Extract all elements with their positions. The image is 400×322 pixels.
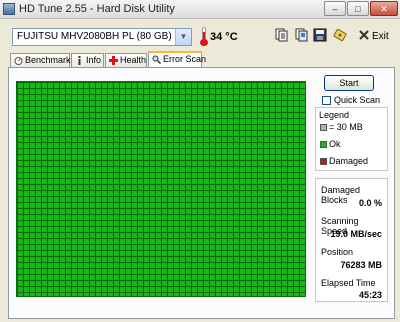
save-icon[interactable]	[313, 28, 327, 42]
drive-select[interactable]: FUJITSU MHV2080BH PL (80 GB) ▼	[12, 28, 192, 46]
tab-label: Info	[86, 55, 102, 65]
legend-label: Damaged	[329, 156, 369, 166]
maximize-icon: □	[355, 4, 361, 14]
legend-swatch	[320, 158, 327, 166]
minimize-icon: –	[332, 4, 338, 14]
magnifier-icon	[152, 55, 161, 64]
drive-select-value: FUJITSU MHV2080BH PL (80 GB)	[17, 31, 172, 42]
scanning-speed-value: 19.0 MB/sec	[330, 229, 382, 239]
gauge-icon	[14, 57, 23, 65]
tab-label: Benchmark	[25, 55, 71, 65]
legend-swatch	[320, 124, 327, 132]
start-button[interactable]: Start	[324, 75, 374, 91]
exit-icon[interactable]	[357, 28, 371, 42]
temperature-readout: 34 °C	[210, 31, 238, 43]
elapsed-time-value: 45:23	[358, 290, 382, 300]
tab-info[interactable]: Info	[71, 53, 104, 67]
block-map	[16, 81, 306, 297]
legend-title: Legend	[319, 110, 350, 120]
close-icon: ✕	[380, 4, 388, 14]
legend-box: Legend = 30 MB Ok Damaged	[315, 107, 388, 171]
quick-scan-checkbox[interactable]	[322, 96, 331, 106]
exit-label[interactable]: Exit	[372, 31, 389, 42]
options-icon[interactable]	[333, 28, 347, 42]
app-icon	[3, 3, 15, 15]
damaged-blocks-value: 0.0 %	[358, 198, 382, 208]
minimize-button[interactable]: –	[324, 1, 346, 16]
copy-text-icon[interactable]	[275, 28, 289, 42]
legend-item: Ok	[320, 139, 341, 149]
title-bar: HD Tune 2.55 - Hard Disk Utility – □ ✕	[0, 0, 400, 19]
copy-screenshot-icon[interactable]	[295, 28, 309, 42]
quick-scan-label: Quick Scan	[334, 95, 381, 105]
legend-item: Damaged	[320, 156, 368, 166]
tab-benchmark[interactable]: Benchmark	[10, 53, 71, 67]
tab-health[interactable]: Health	[105, 53, 147, 67]
legend-label: Ok	[329, 139, 341, 149]
legend-swatch	[320, 141, 327, 149]
position-value: 76283 MB	[340, 260, 382, 270]
tab-label: Error Scan	[163, 54, 207, 64]
legend-item: = 30 MB	[320, 122, 363, 132]
legend-label: = 30 MB	[329, 122, 363, 132]
thermometer-icon	[200, 27, 208, 46]
tab-label: Health	[120, 55, 147, 65]
health-cross-icon	[109, 56, 118, 65]
close-button[interactable]: ✕	[370, 1, 398, 16]
maximize-button[interactable]: □	[347, 1, 369, 16]
info-icon	[78, 56, 81, 65]
tab-error-scan[interactable]: Error Scan	[148, 51, 206, 67]
stats-box: Damaged Blocks 0.0 % Scanning Speed 19.0…	[315, 178, 388, 302]
window-title: HD Tune 2.55 - Hard Disk Utility	[19, 3, 175, 15]
position-label: Position	[321, 247, 354, 257]
quick-scan-option[interactable]: Quick Scan	[322, 95, 381, 106]
chevron-down-icon[interactable]: ▼	[175, 29, 191, 45]
elapsed-time-label: Elapsed Time	[321, 278, 376, 288]
